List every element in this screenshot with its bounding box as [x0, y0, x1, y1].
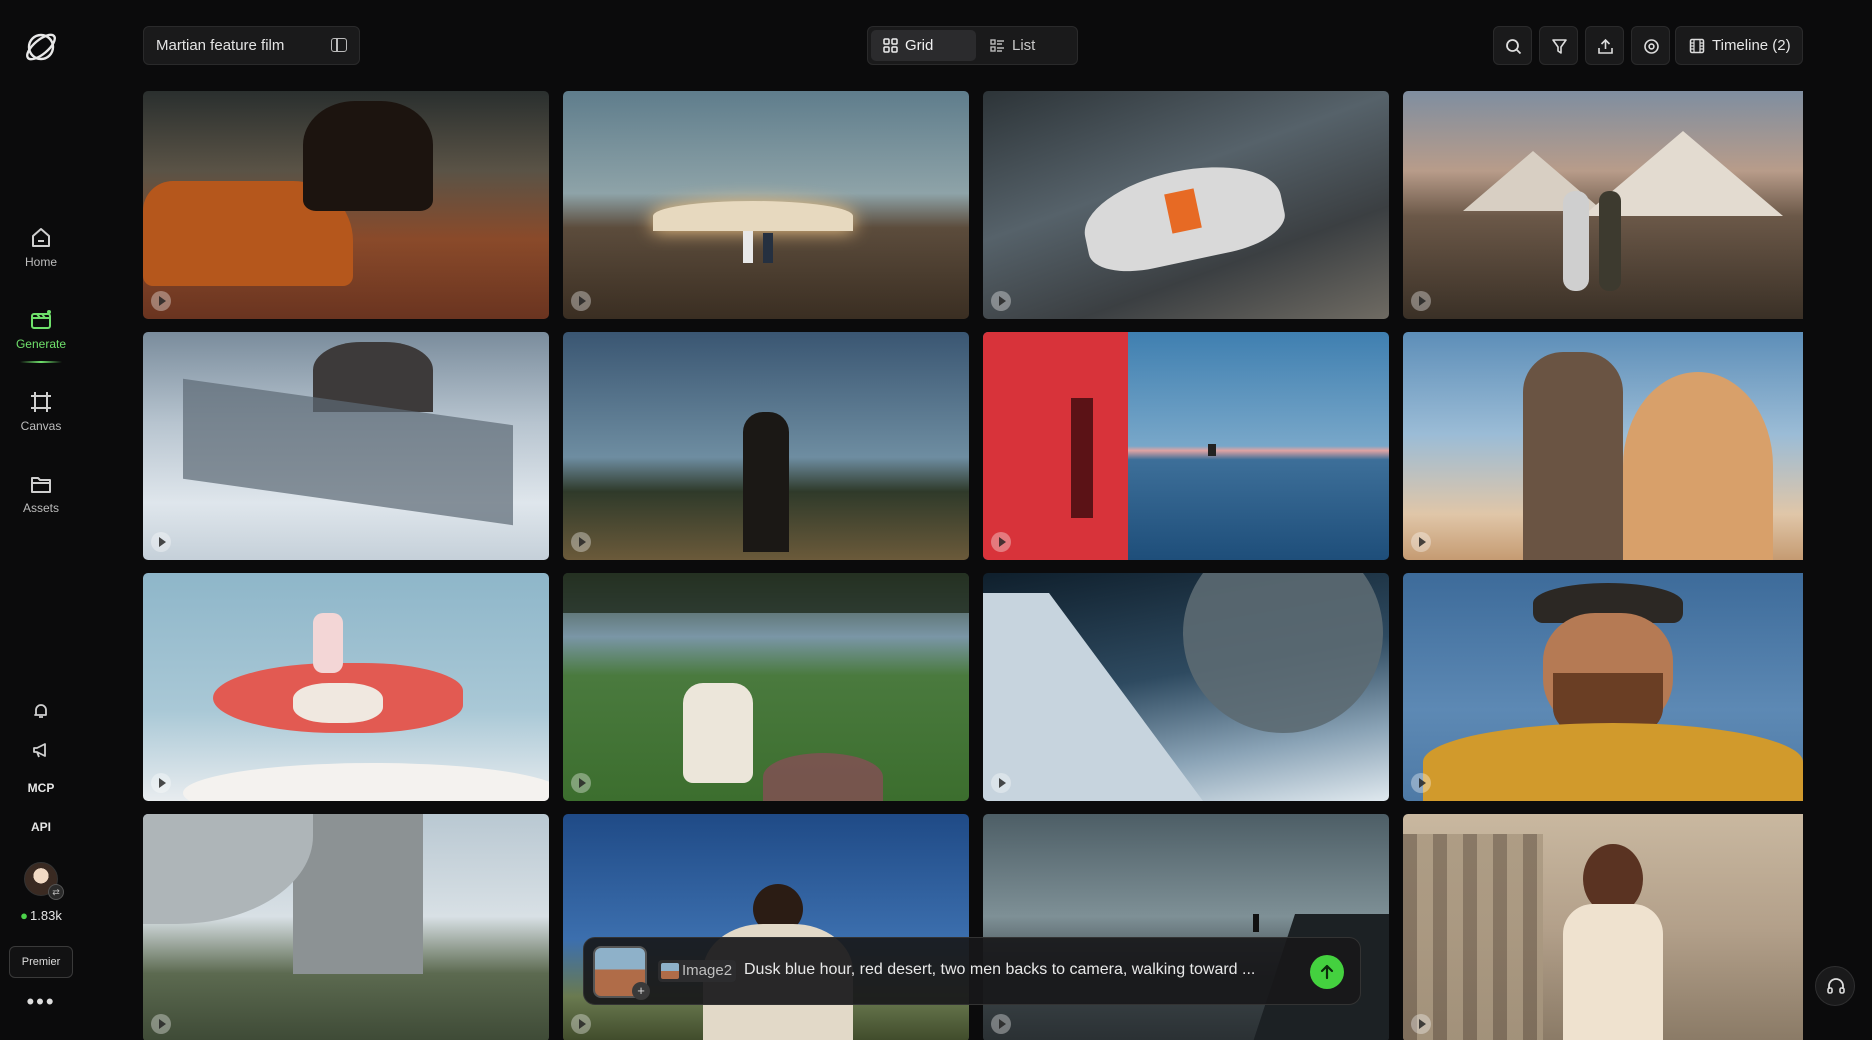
film-icon	[1689, 38, 1705, 54]
nav-home[interactable]: Home	[0, 225, 82, 269]
play-icon	[1411, 773, 1431, 793]
nav-home-label: Home	[24, 255, 57, 269]
media-tile[interactable]	[563, 91, 969, 319]
play-icon	[1411, 291, 1431, 311]
nav-assets[interactable]: Assets	[0, 471, 82, 515]
play-icon	[151, 532, 171, 552]
headset-icon	[1827, 978, 1845, 994]
export-button[interactable]	[1585, 26, 1624, 65]
image-chip-icon	[661, 963, 679, 979]
media-tile[interactable]	[1403, 91, 1803, 319]
generate-icon	[31, 310, 51, 329]
filter-icon	[1552, 39, 1567, 54]
app-logo-icon[interactable]	[22, 28, 60, 66]
play-icon	[991, 773, 1011, 793]
nav-canvas[interactable]: Canvas	[0, 389, 82, 433]
search-icon	[1506, 39, 1522, 55]
sidebar: Home Generate Canvas Assets MCP API ⇄ ● 1…	[0, 0, 82, 1040]
sidebar-toggle-icon[interactable]	[331, 38, 347, 52]
prompt-input[interactable]: Dusk blue hour, red desert, two men back…	[744, 961, 1255, 979]
media-tile[interactable]	[1403, 814, 1803, 1040]
media-tile[interactable]	[1403, 573, 1803, 801]
nav-canvas-label: Canvas	[20, 419, 62, 433]
tab-list-label: List	[1012, 37, 1036, 54]
credits-value: 1.83k	[30, 908, 62, 923]
preview-button[interactable]	[1631, 26, 1670, 65]
play-icon	[151, 773, 171, 793]
play-icon	[151, 291, 171, 311]
add-reference-button[interactable]: +	[632, 982, 650, 1000]
timeline-button[interactable]: Timeline (2)	[1675, 26, 1803, 65]
media-tile[interactable]	[563, 573, 969, 801]
tab-grid-label: Grid	[905, 37, 934, 54]
upload-icon	[1598, 38, 1613, 54]
mcp-link[interactable]: MCP	[0, 781, 82, 795]
credits-icon: ●	[20, 908, 29, 923]
nav-generate[interactable]: Generate	[0, 307, 82, 363]
filter-button[interactable]	[1539, 26, 1578, 65]
api-link[interactable]: API	[0, 820, 82, 834]
play-icon	[1411, 1014, 1431, 1034]
image-chip-label: Image2	[682, 962, 733, 979]
bell-icon[interactable]	[31, 701, 51, 721]
play-icon	[571, 773, 591, 793]
project-name: Martian feature film	[156, 37, 285, 54]
timeline-label: Timeline (2)	[1712, 37, 1791, 54]
media-tile[interactable]	[143, 332, 549, 560]
media-tile[interactable]	[983, 573, 1389, 801]
premier-button[interactable]: Premier	[9, 946, 73, 978]
support-button[interactable]	[1815, 966, 1855, 1006]
play-icon	[991, 532, 1011, 552]
eye-icon	[1644, 39, 1659, 54]
play-icon	[571, 532, 591, 552]
grid-icon	[883, 38, 898, 53]
tab-grid[interactable]: Grid	[871, 30, 976, 61]
media-tile[interactable]	[143, 573, 549, 801]
play-icon	[571, 1014, 591, 1034]
home-icon	[32, 228, 50, 247]
announcement-icon[interactable]	[31, 740, 51, 760]
project-selector[interactable]: Martian feature film	[143, 26, 360, 65]
play-icon	[1411, 532, 1431, 552]
tab-list[interactable]: List	[978, 30, 1074, 61]
media-tile[interactable]	[563, 814, 969, 1040]
credits-balance: ● 1.83k	[0, 908, 82, 923]
media-tile[interactable]	[143, 814, 549, 1040]
search-button[interactable]	[1493, 26, 1532, 65]
nav-assets-label: Assets	[22, 501, 59, 515]
media-tile[interactable]	[983, 814, 1389, 1040]
arrow-up-icon	[1320, 964, 1334, 980]
prompt-bar: + Image2 Dusk blue hour, red desert, two…	[583, 937, 1361, 1005]
nav-generate-label: Generate	[15, 337, 67, 351]
switch-account-icon[interactable]: ⇄	[48, 884, 64, 900]
folder-icon	[31, 477, 51, 493]
list-icon	[990, 39, 1004, 52]
media-tile[interactable]	[563, 332, 969, 560]
view-toggle: Grid List	[867, 26, 1078, 65]
more-menu-button[interactable]: •••	[0, 991, 82, 1013]
canvas-icon	[31, 392, 51, 412]
play-icon	[991, 291, 1011, 311]
media-tile[interactable]	[1403, 332, 1803, 560]
media-grid	[143, 91, 1803, 1040]
play-icon	[151, 1014, 171, 1034]
play-icon	[991, 1014, 1011, 1034]
play-icon	[571, 291, 591, 311]
media-tile[interactable]	[143, 91, 549, 319]
media-tile[interactable]	[983, 332, 1389, 560]
media-tile[interactable]	[983, 91, 1389, 319]
image-reference-chip[interactable]: Image2	[658, 960, 737, 982]
send-button[interactable]	[1310, 955, 1344, 989]
